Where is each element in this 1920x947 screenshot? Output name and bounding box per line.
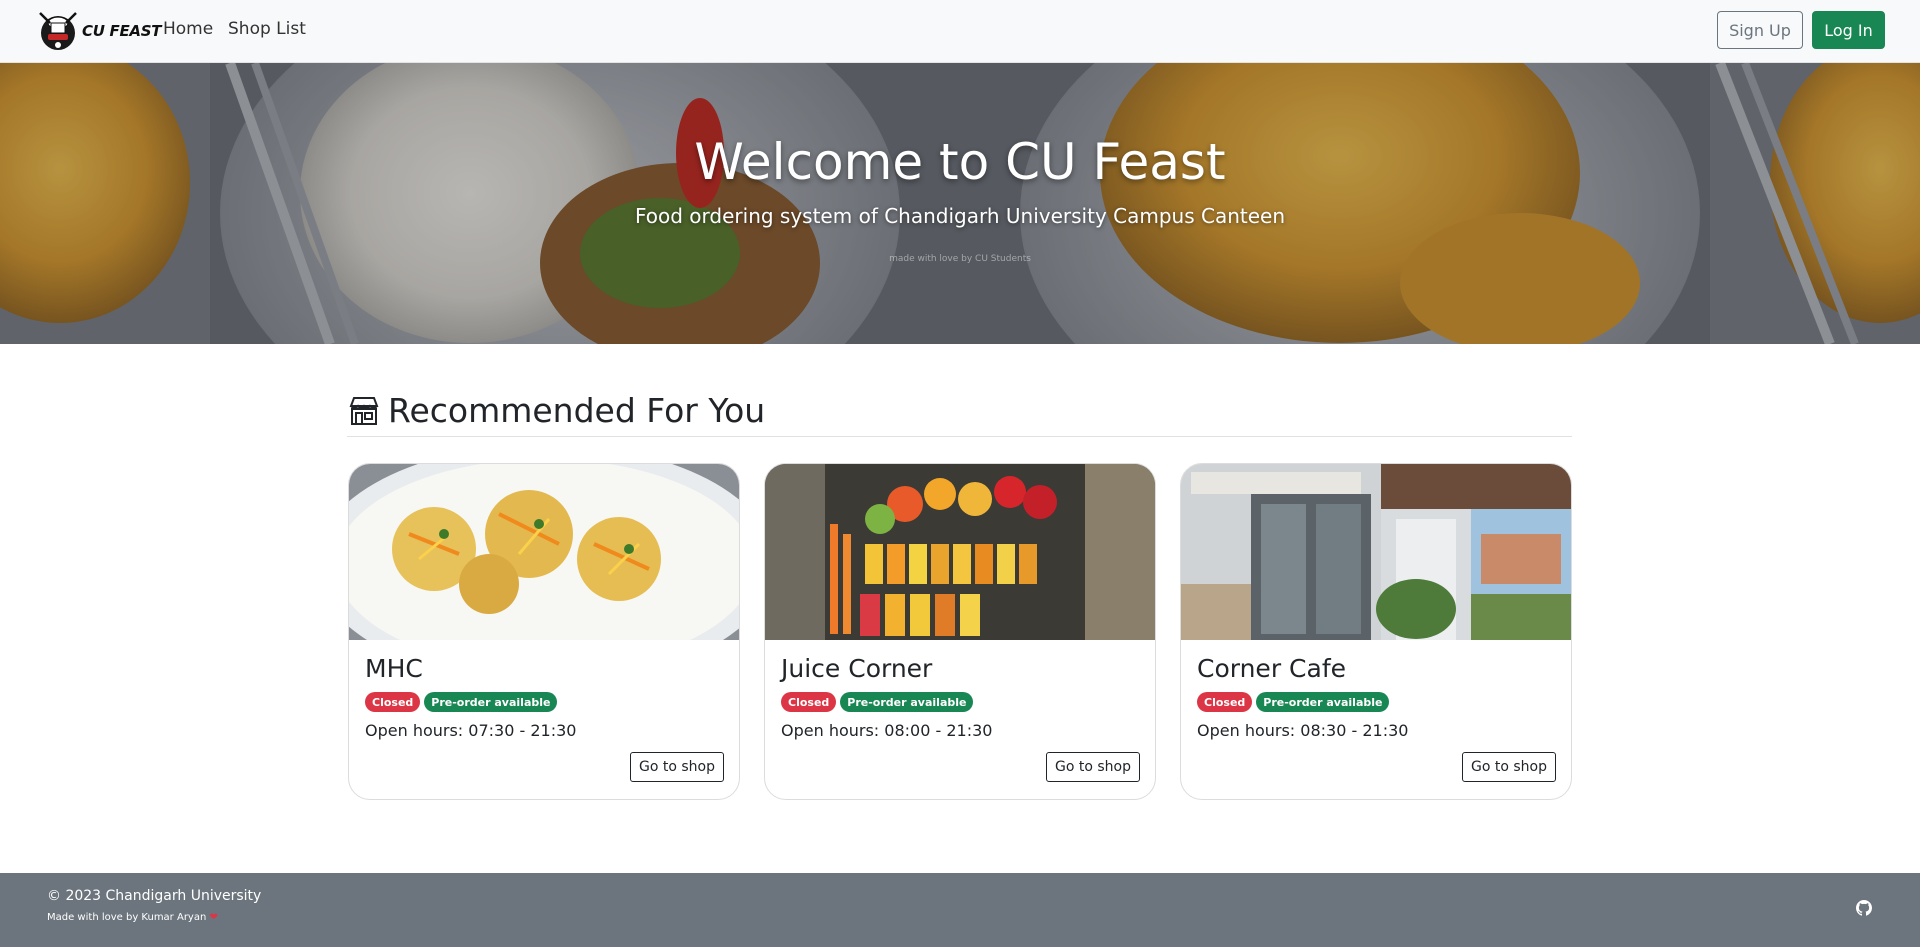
go-to-shop-button[interactable]: Go to shop bbox=[1462, 752, 1556, 782]
shop-name: Corner Cafe bbox=[1197, 654, 1346, 683]
log-in-button[interactable]: Log In bbox=[1812, 11, 1885, 49]
hero-banner: Welcome to CU Feast Food ordering system… bbox=[0, 63, 1920, 344]
shop-image-mhc bbox=[349, 464, 739, 640]
brand[interactable]: CU FEAST bbox=[36, 8, 161, 54]
preorder-badge: Pre-order available bbox=[424, 692, 558, 712]
heart-icon: ❤ bbox=[209, 912, 218, 923]
shop-name: Juice Corner bbox=[781, 654, 933, 683]
brand-name: CU FEAST bbox=[82, 22, 162, 40]
hero-subtitle: Food ordering system of Chandigarh Unive… bbox=[634, 204, 1286, 228]
shop-image-juice-corner bbox=[765, 464, 1155, 640]
open-hours: Open hours: 08:30 - 21:30 bbox=[1197, 721, 1409, 740]
shop-image-corner-cafe bbox=[1181, 464, 1571, 640]
preorder-badge: Pre-order available bbox=[840, 692, 974, 712]
status-badge-closed: Closed bbox=[781, 692, 837, 712]
sign-up-button[interactable]: Sign Up bbox=[1717, 11, 1803, 49]
status-badge-closed: Closed bbox=[365, 692, 421, 712]
shop-badges: Closed Pre-order available bbox=[365, 692, 558, 712]
shop-name: MHC bbox=[365, 654, 423, 683]
store-icon bbox=[347, 394, 381, 428]
section-title: Recommended For You bbox=[388, 391, 766, 430]
navbar: CU FEAST Home Shop List Sign Up Log In bbox=[0, 0, 1920, 63]
footer-credit-text: Made with love by Kumar Aryan bbox=[47, 912, 207, 923]
footer-credit: Made with love by Kumar Aryan ❤ bbox=[47, 912, 218, 923]
go-to-shop-button[interactable]: Go to shop bbox=[1046, 752, 1140, 782]
shop-card-juice-corner: Juice Corner Closed Pre-order available … bbox=[764, 463, 1156, 800]
hero-title: Welcome to CU Feast bbox=[694, 133, 1226, 191]
preorder-badge: Pre-order available bbox=[1256, 692, 1390, 712]
cu-feast-logo bbox=[36, 9, 80, 53]
hero-credit-note: made with love by CU Students bbox=[889, 254, 1031, 264]
github-icon[interactable] bbox=[1856, 900, 1872, 916]
go-to-shop-button[interactable]: Go to shop bbox=[630, 752, 724, 782]
recommended-heading: Recommended For You bbox=[347, 388, 765, 433]
status-badge-closed: Closed bbox=[1197, 692, 1253, 712]
shop-card-mhc: MHC Closed Pre-order available Open hour… bbox=[348, 463, 740, 800]
nav-shop-list-link[interactable]: Shop List bbox=[228, 19, 306, 39]
footer-copyright: © 2023 Chandigarh University bbox=[47, 888, 262, 904]
shop-badges: Closed Pre-order available bbox=[1197, 692, 1390, 712]
open-hours: Open hours: 07:30 - 21:30 bbox=[365, 721, 577, 740]
shop-badges: Closed Pre-order available bbox=[781, 692, 974, 712]
shop-card-corner-cafe: Corner Cafe Closed Pre-order available O… bbox=[1180, 463, 1572, 800]
footer: © 2023 Chandigarh University Made with l… bbox=[0, 873, 1920, 947]
open-hours: Open hours: 08:00 - 21:30 bbox=[781, 721, 993, 740]
nav-home-link[interactable]: Home bbox=[163, 19, 213, 39]
section-divider bbox=[347, 436, 1572, 437]
